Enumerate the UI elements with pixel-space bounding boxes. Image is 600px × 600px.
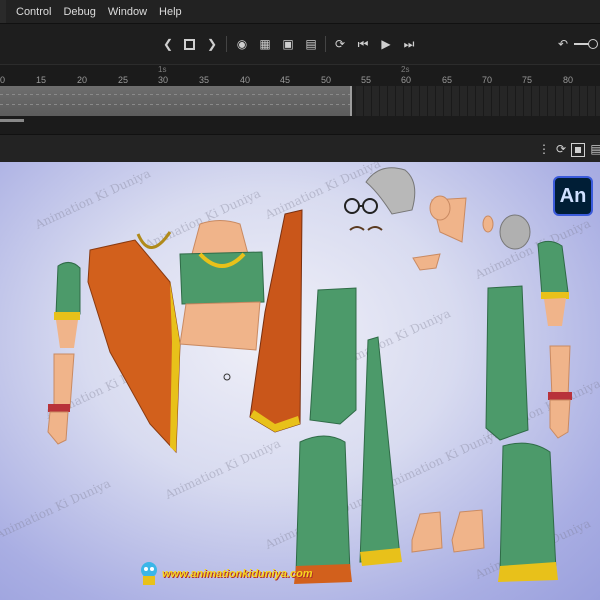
frame-label: 80: [563, 75, 574, 85]
lower-skirt-left-part[interactable]: [294, 435, 352, 584]
scene-menu-icon[interactable]: ⋮: [536, 141, 552, 157]
frame-label: 75: [522, 75, 533, 85]
keyframe-span[interactable]: [0, 86, 352, 116]
glasses-part[interactable]: [344, 198, 378, 214]
second-marker: 2s: [401, 65, 410, 74]
ear-part[interactable]: [482, 215, 494, 233]
stage-toolbar: ⋮ ⟳ ▤: [0, 134, 600, 163]
blouse-part[interactable]: [179, 251, 265, 305]
right-foot-part[interactable]: [451, 509, 485, 553]
frame-ruler[interactable]: 1s 2s 0 15 20 25 30 35 40 45 50 55 60 65…: [0, 64, 600, 87]
frame-label: 65: [442, 75, 453, 85]
saree-pallu-part[interactable]: [87, 239, 181, 454]
frame-label: 35: [199, 75, 210, 85]
onion-skin-icon[interactable]: ▦: [257, 36, 273, 52]
rewind-icon[interactable]: ⏮: [355, 36, 371, 52]
menu-control[interactable]: Control: [10, 6, 57, 18]
frame-label: 70: [482, 75, 493, 85]
timeline-controls: ❮ ❯ ◉ ▦ ▣ ▤ ⟳ ⏮ ▶ ⏭ ↶: [0, 24, 600, 64]
fast-forward-icon[interactable]: ⏭: [401, 36, 417, 52]
clip-stage-icon[interactable]: [571, 143, 585, 157]
frame-label: 15: [36, 75, 47, 85]
menu-window[interactable]: Window: [102, 6, 153, 18]
chin-part[interactable]: [412, 253, 441, 271]
channel-mascot-icon: [141, 562, 157, 585]
undo-icon[interactable]: ↶: [555, 36, 571, 52]
timeline-scrollbar[interactable]: [0, 116, 600, 134]
menu-help[interactable]: Help: [153, 6, 188, 18]
loop-icon[interactable]: ⟳: [332, 36, 348, 52]
frame-label: 30: [158, 75, 169, 85]
frame-label: 20: [77, 75, 88, 85]
skirt-panel-part[interactable]: [309, 287, 357, 425]
necklace-part[interactable]: [136, 231, 172, 249]
menu-left-edge: [0, 0, 6, 23]
center-frame-icon[interactable]: ◉: [234, 36, 250, 52]
stage-canvas[interactable]: Animation Ki Duniya Animation Ki Duniya …: [0, 162, 600, 600]
rotate-stage-icon[interactable]: ⟳: [553, 141, 569, 157]
frame-label: 60: [401, 75, 412, 85]
eyes-part[interactable]: [349, 226, 383, 231]
left-foot-part[interactable]: [411, 511, 443, 553]
waist-part[interactable]: [179, 301, 261, 351]
left-forearm-part[interactable]: [47, 353, 75, 445]
menu-debug[interactable]: Debug: [57, 6, 101, 18]
zoom-slider-handle[interactable]: [588, 39, 598, 49]
edit-multiple-icon[interactable]: ▣: [280, 36, 296, 52]
animate-app-logo: An: [553, 176, 593, 216]
frame-label: 25: [118, 75, 129, 85]
step-forward-icon[interactable]: ❯: [204, 36, 220, 52]
play-icon[interactable]: ▶: [378, 36, 394, 52]
lower-skirt-right-part[interactable]: [498, 442, 558, 582]
tween-line: [0, 94, 352, 95]
timeline-frames[interactable]: [0, 86, 600, 116]
right-forearm-part[interactable]: [548, 345, 572, 439]
scrollbar-thumb[interactable]: [0, 119, 24, 122]
tween-line: [0, 104, 352, 105]
left-arm-part[interactable]: [54, 262, 81, 348]
character-parts: [47, 167, 572, 584]
frame-view-icon[interactable]: ▤: [303, 36, 319, 52]
frame-label: 40: [240, 75, 251, 85]
divider: [226, 36, 227, 52]
pivot-marker[interactable]: [223, 373, 231, 381]
right-arm-part[interactable]: [537, 240, 569, 326]
menu-bar: Control Debug Window Help: [0, 0, 600, 24]
stop-icon[interactable]: [181, 36, 197, 52]
frame-label: 0: [0, 75, 6, 85]
hair-bun-part[interactable]: [499, 214, 531, 250]
skirt-right-part[interactable]: [485, 285, 529, 441]
frame-label: 45: [280, 75, 291, 85]
saree-pleat-part[interactable]: [359, 336, 402, 566]
empty-frames[interactable]: [356, 86, 600, 116]
playhead[interactable]: [350, 86, 352, 116]
frame-label: 50: [321, 75, 332, 85]
frame-label: 55: [361, 75, 372, 85]
second-marker: 1s: [158, 65, 167, 74]
hair-part[interactable]: [365, 167, 416, 215]
neck-part[interactable]: [191, 220, 249, 255]
fit-stage-icon[interactable]: ▤: [588, 141, 600, 157]
nose-part[interactable]: [429, 195, 451, 221]
divider: [325, 36, 326, 52]
website-text: www.animationkiduniya.com: [162, 568, 313, 580]
step-back-icon[interactable]: ❮: [160, 36, 176, 52]
